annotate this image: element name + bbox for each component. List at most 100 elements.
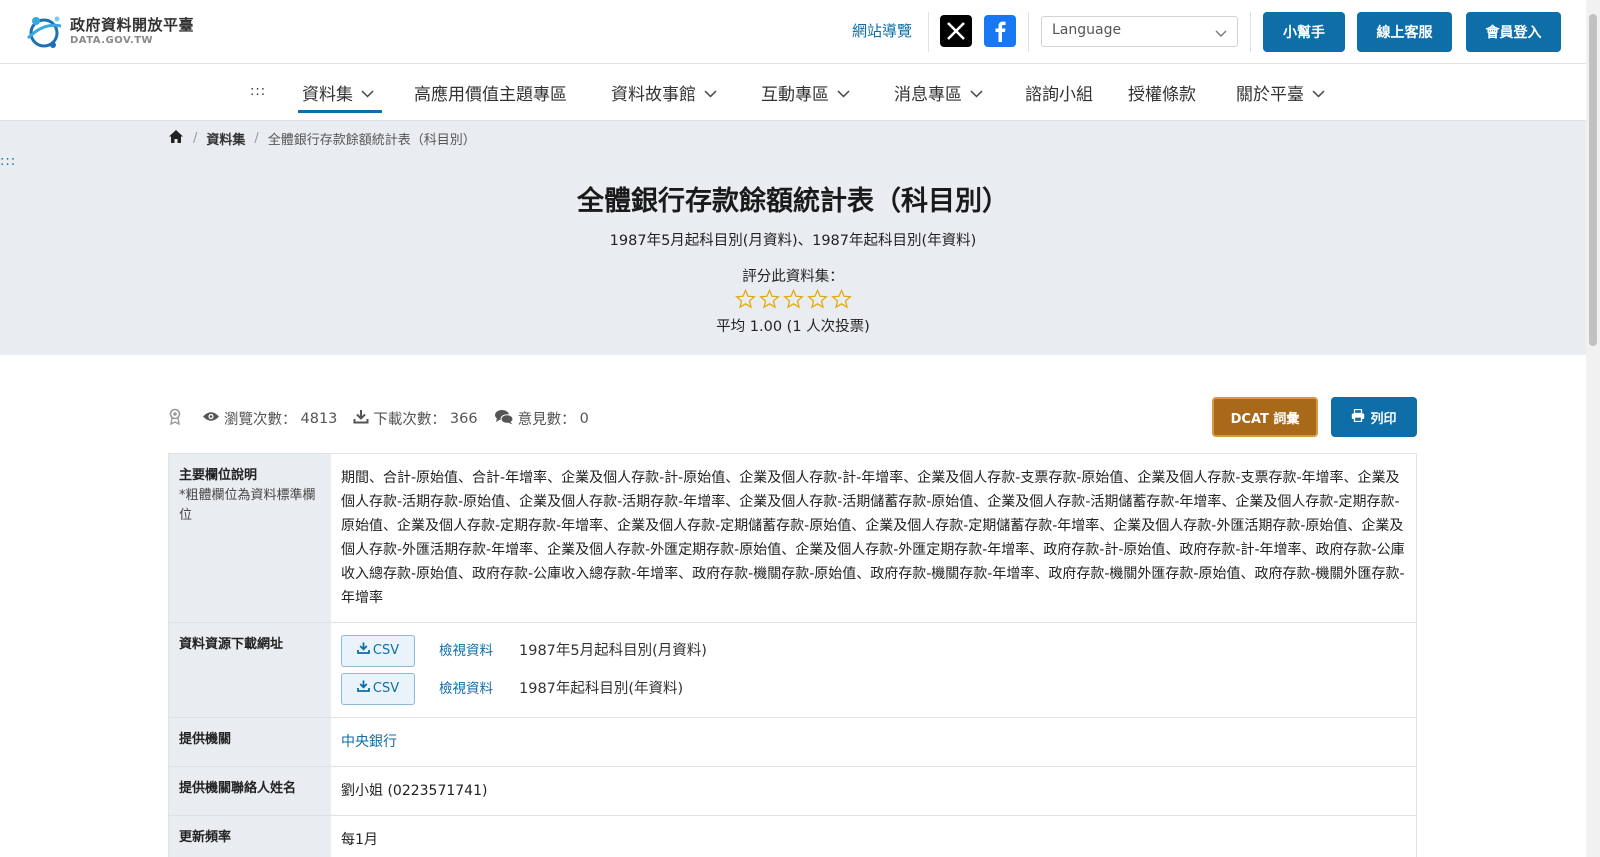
award-badge — [168, 408, 186, 429]
breadcrumb-datasets-link[interactable]: 資料集 — [206, 129, 245, 148]
nav-item-label: 互動專區 — [761, 85, 829, 105]
chevron-down-icon — [1312, 83, 1325, 103]
nav-item-advisory[interactable]: 諮詢小組 — [1025, 80, 1093, 105]
award-icon — [168, 408, 186, 429]
views-label: 瀏覽次數： — [224, 412, 297, 428]
page-scrollbar[interactable] — [1586, 0, 1600, 857]
sitemap-link[interactable]: 網站導覽 — [852, 20, 912, 41]
chevron-down-icon — [1215, 26, 1227, 42]
view-data-link[interactable]: 檢視資料 — [439, 639, 493, 663]
star-icon[interactable] — [758, 288, 780, 313]
accesskey-top[interactable]: ::: — [250, 84, 266, 99]
csv-download-button[interactable]: CSV — [341, 635, 415, 667]
print-button-label: 列印 — [1370, 411, 1397, 427]
nav-item-label: 授權條款 — [1128, 85, 1196, 105]
logo-subtitle: DATA.GOV.TW — [70, 35, 154, 46]
table-row: 提供機關聯絡人姓名 劉小姐 (0223571741) — [169, 767, 1416, 816]
logo-globe-icon — [24, 12, 64, 50]
dataset-detail-table: 主要欄位說明 *粗體欄位為資料標準欄位 期間、合計-原始值、合計-年增率、企業及… — [168, 453, 1417, 857]
table-row: 資料資源下載網址 CSV 檢視資料 1987年5月起科目別(月資料) CSV 檢… — [169, 623, 1416, 718]
home-icon[interactable] — [168, 129, 184, 148]
downloads-label: 下載次數： — [373, 412, 446, 428]
site-header: 政府資料開放平臺 DATA.GOV.TW 網站導覽 Language 小幫手 線… — [0, 0, 1600, 64]
agency-link[interactable]: 中央銀行 — [341, 734, 397, 750]
chevron-down-icon — [837, 83, 850, 103]
print-button[interactable]: 列印 — [1331, 397, 1417, 437]
star-icon[interactable] — [806, 288, 828, 313]
nav-item-datasets[interactable]: 資料集 — [302, 80, 374, 105]
nav-item-label: 高應用價值主題專區 — [414, 85, 567, 105]
page-title: 全體銀行存款餘額統計表（科目別） — [577, 186, 1009, 217]
member-login-button[interactable]: 會員登入 — [1466, 12, 1561, 52]
download-icon — [356, 639, 373, 663]
scrollbar-thumb[interactable] — [1589, 14, 1597, 346]
nav-item-stories[interactable]: 資料故事館 — [611, 80, 717, 105]
x-twitter-icon[interactable] — [940, 15, 972, 47]
nav-item-news[interactable]: 消息專區 — [894, 80, 983, 105]
chevron-down-icon — [704, 83, 717, 103]
resource-format: CSV — [372, 643, 400, 658]
helper-button[interactable]: 小幫手 — [1263, 12, 1345, 52]
resource-name: 1987年5月起科目別(月資料) — [519, 643, 707, 659]
comments-count: 意見數： 0 — [494, 408, 589, 429]
resource-format: CSV — [372, 681, 400, 696]
downloads-value: 366 — [449, 410, 478, 427]
nav-item-label: 諮詢小組 — [1025, 85, 1093, 105]
nav-item-label: 消息專區 — [894, 85, 962, 105]
view-data-link[interactable]: 檢視資料 — [439, 677, 493, 701]
rating-stars — [0, 288, 1586, 313]
nav-item-label: 資料故事館 — [611, 85, 696, 105]
online-service-button[interactable]: 線上客服 — [1357, 12, 1452, 52]
frequency-value: 每1月 — [341, 832, 378, 848]
dcat-vocabulary-button[interactable]: DCAT 詞彙 — [1212, 397, 1318, 437]
breadcrumb: / 資料集 / 全體銀行存款餘額統計表（科目別） — [168, 129, 476, 148]
eye-icon — [202, 410, 224, 427]
dataset-stats: 瀏覽次數： 4813 下載次數： 366 意見數： 0 — [168, 408, 605, 429]
comments-value: 0 — [579, 410, 589, 427]
breadcrumb-separator: / — [254, 131, 259, 146]
dataset-subtitle: 1987年5月起科目別(月資料)、1987年起科目別(年資料) — [609, 233, 977, 249]
accesskey-side[interactable]: ::: — [0, 154, 16, 169]
dataset-hero: / 資料集 / 全體銀行存款餘額統計表（科目別） ::: 全體銀行存款餘額統計表… — [0, 121, 1586, 355]
logo-title: 政府資料開放平臺 — [70, 16, 195, 34]
star-icon[interactable] — [734, 288, 756, 313]
language-select-value: Language — [1052, 22, 1122, 38]
fields-label: 主要欄位說明 — [179, 468, 258, 483]
table-row: 主要欄位說明 *粗體欄位為資料標準欄位 期間、合計-原始值、合計-年增率、企業及… — [169, 454, 1416, 623]
divider — [1028, 12, 1029, 52]
breadcrumb-separator: / — [193, 131, 198, 146]
site-logo[interactable]: 政府資料開放平臺 DATA.GOV.TW — [24, 12, 194, 50]
main-nav: ::: 資料集 高應用價值主題專區 資料故事館 互動專區 消息專區 諮詢小組 授… — [0, 64, 1600, 121]
csv-download-button[interactable]: CSV — [341, 673, 415, 705]
divider — [928, 12, 929, 52]
rating-average: 平均 1.00 (1 人次投票) — [716, 319, 870, 335]
nav-item-about[interactable]: 關於平臺 — [1236, 80, 1325, 105]
resources-label: 資料資源下載網址 — [169, 623, 331, 717]
rating-label: 評分此資料集： — [742, 269, 844, 285]
chevron-down-icon — [361, 83, 374, 103]
contact-label: 提供機關聯絡人姓名 — [169, 767, 331, 815]
downloads-count: 下載次數： 366 — [353, 408, 478, 429]
resources-list: CSV 檢視資料 1987年5月起科目別(月資料) CSV 檢視資料 1987年… — [331, 623, 1416, 717]
comments-label: 意見數： — [517, 412, 576, 428]
chevron-down-icon — [970, 83, 983, 103]
facebook-icon[interactable] — [984, 15, 1016, 47]
views-count: 瀏覽次數： 4813 — [202, 408, 337, 429]
nav-item-interactive[interactable]: 互動專區 — [761, 80, 850, 105]
star-icon[interactable] — [830, 288, 852, 313]
download-icon — [353, 409, 373, 428]
nav-item-high-value[interactable]: 高應用價值主題專區 — [414, 80, 567, 105]
views-value: 4813 — [300, 410, 338, 427]
nav-item-label: 關於平臺 — [1236, 85, 1304, 105]
download-icon — [356, 677, 373, 701]
nav-item-label: 資料集 — [302, 85, 353, 105]
printer-icon — [1351, 408, 1370, 426]
table-row: 提供機關 中央銀行 — [169, 718, 1416, 767]
agency-label: 提供機關 — [169, 718, 331, 766]
divider — [1250, 12, 1251, 52]
table-row: 更新頻率 每1月 — [169, 816, 1416, 857]
row-header: 主要欄位說明 *粗體欄位為資料標準欄位 — [169, 454, 331, 622]
star-icon[interactable] — [782, 288, 804, 313]
nav-item-license[interactable]: 授權條款 — [1128, 80, 1196, 105]
language-select[interactable]: Language — [1041, 16, 1238, 47]
